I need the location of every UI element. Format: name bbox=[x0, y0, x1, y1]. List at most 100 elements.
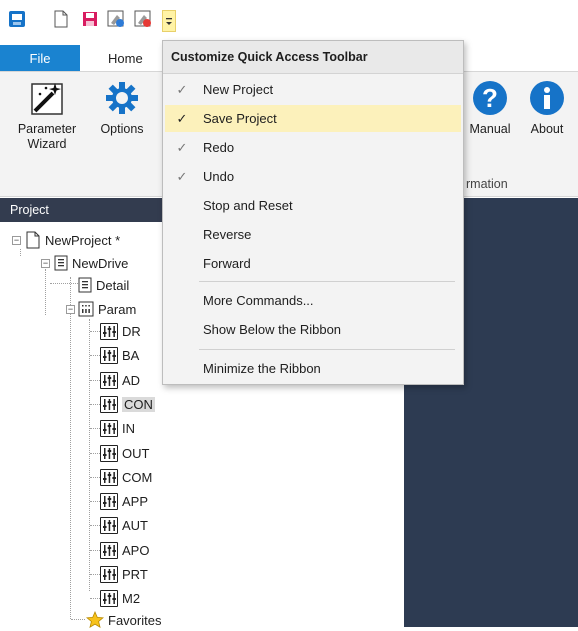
parameter-label: M2 bbox=[122, 590, 141, 606]
parameter-wizard-label-2: Wizard bbox=[27, 137, 67, 151]
tree-node-parameter[interactable]: PRT bbox=[100, 563, 148, 585]
collapse-toggle[interactable]: − bbox=[41, 258, 50, 268]
parameter-label: BA bbox=[122, 347, 140, 363]
tree-node-parameter[interactable]: M2 bbox=[100, 587, 140, 609]
menu-item-undo[interactable]: ✓ Undo bbox=[165, 163, 461, 190]
menu-item-forward[interactable]: Forward bbox=[165, 250, 461, 277]
tree-node-parameter[interactable]: CON bbox=[100, 393, 155, 415]
tree-node-favorites[interactable]: Favorites bbox=[86, 609, 161, 631]
menu-item-new-project[interactable]: ✓ New Project bbox=[165, 76, 461, 103]
tree-connector bbox=[90, 574, 100, 575]
tree-node-detail[interactable]: Detail bbox=[78, 274, 129, 296]
menu-item-show-below[interactable]: Show Below the Ribbon bbox=[165, 316, 461, 343]
quick-access-toolbar bbox=[0, 0, 578, 40]
new-project-icon[interactable] bbox=[51, 9, 71, 29]
tree-connector bbox=[90, 550, 100, 551]
project-name: NewProject * bbox=[45, 232, 121, 248]
tree-connector bbox=[90, 453, 100, 454]
tree-connector bbox=[90, 501, 100, 502]
options-label: Options bbox=[100, 122, 144, 136]
menu-title: Customize Quick Access Toolbar bbox=[163, 41, 463, 74]
star-icon bbox=[86, 611, 104, 629]
menu-item-label: Show Below the Ribbon bbox=[203, 322, 342, 337]
detail-label: Detail bbox=[96, 277, 130, 293]
tree-node-parameters[interactable]: − Param bbox=[66, 298, 136, 320]
tree-node-parameter[interactable]: BA bbox=[100, 344, 139, 366]
menu-item-label: Reverse bbox=[203, 227, 252, 242]
tree-connector bbox=[90, 404, 100, 405]
parameter-label: IN bbox=[122, 420, 135, 436]
parameters-label: Param bbox=[98, 301, 137, 317]
tree-node-drive[interactable]: − NewDrive bbox=[41, 252, 128, 274]
drive-icon bbox=[54, 255, 68, 271]
tree-connector bbox=[90, 525, 100, 526]
tab-file[interactable]: File bbox=[0, 45, 80, 71]
about-label: About bbox=[530, 122, 564, 136]
parameter-label: PRT bbox=[122, 566, 148, 582]
menu-item-label: New Project bbox=[203, 82, 274, 97]
collapse-toggle[interactable]: − bbox=[12, 235, 21, 245]
tree-node-parameter[interactable]: APO bbox=[100, 539, 149, 561]
parameter-label: AUT bbox=[122, 517, 148, 533]
parameter-sliders-icon bbox=[100, 589, 118, 607]
parameter-group-icon bbox=[78, 301, 94, 317]
information-group-label: rmation bbox=[466, 177, 508, 191]
tree-node-parameter[interactable]: AUT bbox=[100, 514, 148, 536]
parameter-sliders-icon bbox=[100, 419, 118, 437]
undo-icon[interactable] bbox=[133, 9, 153, 29]
menu-separator bbox=[199, 281, 455, 282]
parameter-sliders-icon bbox=[100, 541, 118, 559]
tree-connector bbox=[90, 380, 100, 381]
svg-text:?: ? bbox=[482, 83, 498, 113]
save-project-icon[interactable] bbox=[80, 9, 100, 29]
menu-item-stop-and-reset[interactable]: Stop and Reset bbox=[165, 192, 461, 219]
options-button[interactable]: Options bbox=[90, 80, 154, 137]
parameter-sliders-icon bbox=[100, 346, 118, 364]
menu-item-minimize-ribbon[interactable]: Minimize the Ribbon bbox=[165, 355, 461, 382]
checkmark-icon: ✓ bbox=[176, 81, 188, 97]
menu-item-label: Redo bbox=[203, 140, 235, 155]
menu-item-label: Undo bbox=[203, 169, 235, 184]
parameter-wizard-label-1: Parameter bbox=[17, 122, 77, 136]
customize-qat-menu: Customize Quick Access Toolbar ✓ New Proj… bbox=[162, 40, 464, 385]
menu-item-label: Minimize the Ribbon bbox=[203, 361, 321, 376]
drive-name: NewDrive bbox=[72, 255, 129, 271]
parameter-label: OUT bbox=[122, 445, 150, 461]
tree-node-parameter[interactable]: AD bbox=[100, 369, 140, 391]
tree-connector bbox=[90, 428, 100, 429]
tree-node-parameter[interactable]: COM bbox=[100, 466, 152, 488]
tree-node-project[interactable]: − NewProject * bbox=[12, 229, 120, 251]
tree-node-parameter[interactable]: DR bbox=[100, 320, 141, 342]
magic-wand-icon bbox=[8, 80, 86, 116]
parameter-label: APP bbox=[122, 493, 149, 509]
tree-node-parameter[interactable]: OUT bbox=[100, 442, 149, 464]
parameter-wizard-button[interactable]: Parameter Wizard bbox=[8, 80, 86, 152]
document-icon bbox=[25, 231, 41, 249]
checkmark-icon: ✓ bbox=[176, 168, 188, 184]
collapse-toggle[interactable]: − bbox=[66, 304, 75, 314]
menu-item-more-commands[interactable]: More Commands... bbox=[165, 287, 461, 314]
menu-item-label: Save Project bbox=[203, 111, 277, 126]
tree-node-parameter[interactable]: APP bbox=[100, 490, 148, 512]
parameter-label: COM bbox=[122, 469, 153, 485]
parameter-sliders-icon bbox=[100, 516, 118, 534]
menu-separator bbox=[199, 349, 455, 350]
help-icon: ? bbox=[462, 80, 518, 116]
redo-icon[interactable] bbox=[106, 9, 126, 29]
menu-item-redo[interactable]: ✓ Redo bbox=[165, 134, 461, 161]
parameter-sliders-icon bbox=[100, 395, 118, 413]
menu-item-save-project[interactable]: ✓ Save Project bbox=[165, 105, 461, 132]
manual-button[interactable]: ? Manual bbox=[462, 80, 518, 137]
tree-node-parameter[interactable]: IN bbox=[100, 417, 135, 439]
menu-item-reverse[interactable]: Reverse bbox=[165, 221, 461, 248]
parameter-sliders-icon bbox=[100, 371, 118, 389]
app-icon[interactable] bbox=[7, 9, 27, 29]
tree-connector bbox=[90, 331, 100, 332]
tree-connector bbox=[90, 477, 100, 478]
tab-home[interactable]: Home bbox=[108, 45, 143, 71]
menu-item-label: Forward bbox=[203, 256, 251, 271]
about-button[interactable]: About bbox=[522, 80, 572, 137]
detail-icon bbox=[78, 277, 92, 293]
customize-toolbar-dropdown[interactable] bbox=[162, 10, 176, 32]
gear-icon bbox=[90, 80, 154, 116]
